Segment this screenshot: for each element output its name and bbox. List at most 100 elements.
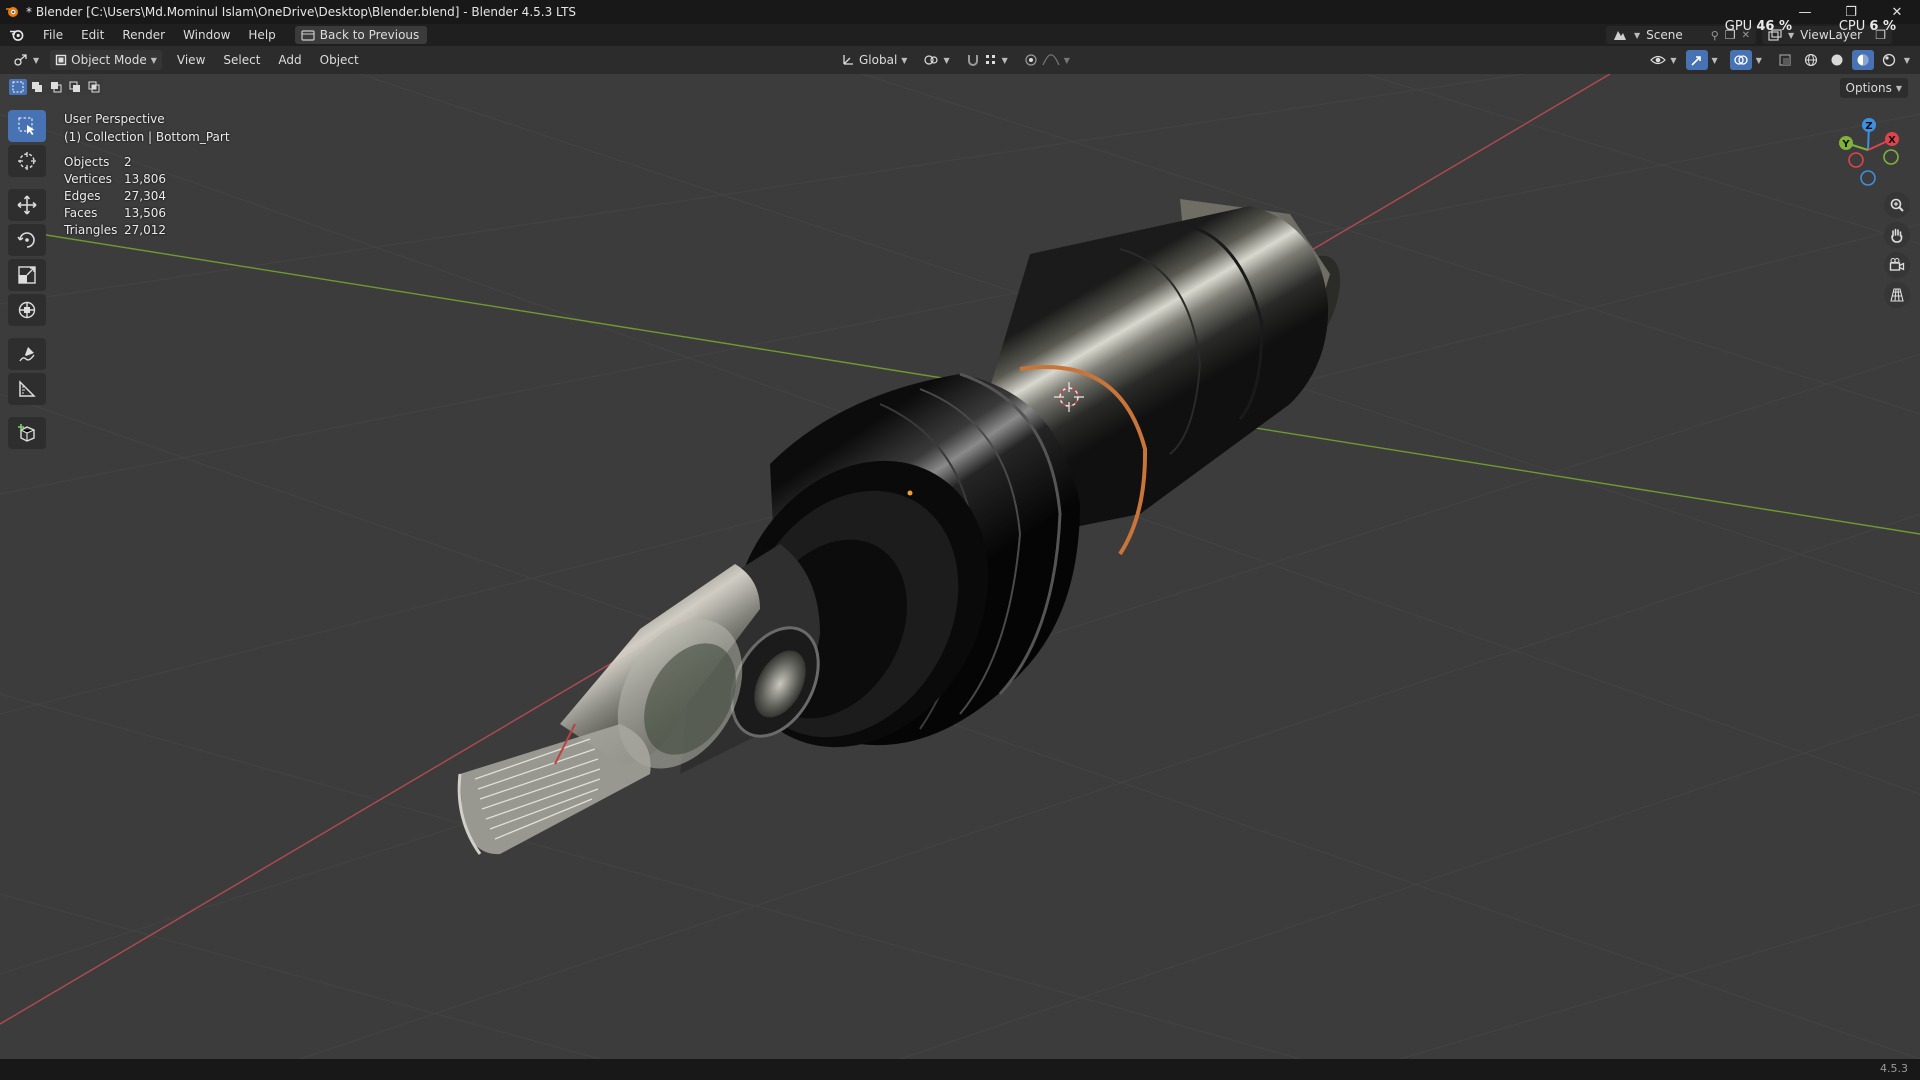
- select-extend-icon: [32, 82, 42, 92]
- select-invert-button[interactable]: [66, 79, 84, 95]
- navigation-gizmo[interactable]: Z X Y: [1838, 112, 1908, 192]
- object-visibility-dropdown[interactable]: ▼: [1645, 50, 1681, 70]
- menu-render[interactable]: Render: [113, 24, 174, 46]
- select-new-icon: [12, 81, 24, 93]
- add-cube-tool[interactable]: [8, 417, 46, 449]
- stat-faces: Faces 13,506: [64, 206, 166, 220]
- back-to-previous-button[interactable]: Back to Previous: [294, 26, 428, 44]
- wireframe-shading-button[interactable]: [1800, 50, 1822, 70]
- material-sphere-icon: [1857, 54, 1869, 66]
- xray-toggle[interactable]: [1774, 50, 1796, 70]
- gpu-label: GPU: [1724, 19, 1753, 34]
- pin-icon[interactable]: ⚲: [1711, 29, 1719, 42]
- top-menubar: File Edit Render Window Help Back to Pre…: [0, 24, 1920, 46]
- gizmo-icon: [1690, 56, 1701, 66]
- gizmo-y-label: Y: [1841, 139, 1850, 150]
- viewport-scene[interactable]: [0, 74, 1920, 1059]
- measure-tool[interactable]: [8, 373, 46, 405]
- editor-type-button[interactable]: ▼: [8, 50, 44, 70]
- cpu-usage: CPU 6 %: [1839, 19, 1896, 34]
- annotate-tool[interactable]: [8, 338, 46, 370]
- scene-dropdown-icon: ▼: [1634, 30, 1641, 40]
- rendered-shading-button[interactable]: [1878, 50, 1900, 70]
- options-label: Options: [1845, 81, 1892, 95]
- falloff-curve-icon: [1042, 54, 1060, 66]
- scale-tool[interactable]: [8, 259, 46, 291]
- header-menu-select[interactable]: Select: [214, 53, 269, 67]
- select-subtract-icon: [51, 82, 62, 93]
- overlays-icon: [1734, 55, 1748, 65]
- visibility-caret-icon: ▼: [1670, 55, 1677, 65]
- overlays-toggle[interactable]: [1729, 50, 1752, 70]
- add-cube-icon: [18, 424, 35, 442]
- blender-logo-icon: [0, 0, 24, 24]
- proportional-edit-toggle[interactable]: ▼: [1019, 50, 1075, 70]
- transform-tool[interactable]: [8, 294, 46, 326]
- ortho-toggle-button[interactable]: [1884, 282, 1910, 308]
- header-menu-object[interactable]: Object: [311, 53, 368, 67]
- select-box-icon: [18, 117, 35, 135]
- pivot-icon: [924, 55, 939, 65]
- scene-statistics: Objects 2 Vertices 13,806 Edges 27,304 Face…: [64, 154, 230, 239]
- scene-name: Scene: [1646, 28, 1683, 42]
- 3d-viewport[interactable]: User Perspective (1) Collection | Bottom…: [0, 74, 1920, 1059]
- transform-orientation-dropdown[interactable]: Global ▼: [836, 50, 912, 70]
- object-origin: [907, 490, 913, 496]
- move-tool[interactable]: [8, 189, 46, 221]
- falloff-caret-icon: ▼: [1063, 55, 1070, 65]
- blender-menu-icon[interactable]: [0, 24, 34, 46]
- viewport-overlay-text: User Perspective (1) Collection | Bottom…: [64, 110, 230, 239]
- back-to-previous-label: Back to Previous: [319, 28, 420, 42]
- select-box-tool[interactable]: [8, 110, 46, 142]
- eye-icon: [1650, 55, 1667, 65]
- menu-help[interactable]: Help: [239, 24, 284, 46]
- rotate-tool[interactable]: [8, 224, 46, 256]
- wireframe-sphere-icon: [1804, 53, 1817, 67]
- select-intersect-icon: [88, 81, 100, 93]
- solid-shading-button[interactable]: [1826, 50, 1848, 70]
- magnet-icon: [967, 55, 978, 66]
- cursor-tool[interactable]: [8, 145, 46, 177]
- view-perspective-label: User Perspective: [64, 112, 165, 126]
- material-preview-shading-button[interactable]: [1851, 50, 1874, 70]
- header-menu-add[interactable]: Add: [269, 53, 310, 67]
- pan-button[interactable]: [1884, 222, 1910, 248]
- orientation-caret-icon: ▼: [901, 55, 908, 65]
- gizmo-x-label: X: [1888, 135, 1896, 146]
- stat-vertices: Vertices 13,806: [64, 172, 166, 186]
- gpu-usage: GPU 46 %: [1725, 19, 1792, 34]
- window-titlebar: * Blender [C:\Users\Md.Mominul Islam\One…: [0, 0, 1920, 24]
- navigation-tools: [1884, 192, 1910, 308]
- rendered-sphere-icon: [1882, 53, 1895, 67]
- camera-view-button[interactable]: [1884, 252, 1910, 278]
- gizmo-neg-y: [1883, 149, 1899, 165]
- viewport-options-dropdown[interactable]: Options ▼: [1839, 78, 1908, 98]
- status-bar: 4.5.3: [0, 1059, 1920, 1080]
- select-intersect-button[interactable]: [85, 79, 103, 95]
- select-extend-button[interactable]: [28, 79, 46, 95]
- rotate-icon: [17, 232, 35, 248]
- select-subtract-button[interactable]: [47, 79, 65, 95]
- zoom-button[interactable]: [1884, 192, 1910, 218]
- transform-orientation-label: Global: [859, 53, 898, 67]
- xray-icon: [1779, 54, 1791, 66]
- snap-toggle[interactable]: ▼: [961, 50, 1013, 70]
- select-new-button[interactable]: [9, 79, 27, 95]
- move-icon: [17, 195, 37, 215]
- overlays-caret-icon[interactable]: ▼: [1756, 56, 1762, 65]
- magnifier-icon: [1890, 198, 1904, 212]
- solid-sphere-icon: [1831, 54, 1843, 66]
- stat-triangles: Triangles 27,012: [64, 223, 166, 237]
- menu-window[interactable]: Window: [174, 24, 239, 46]
- gizmos-toggle[interactable]: [1685, 50, 1708, 70]
- window-title: * Blender [C:\Users\Md.Mominul Islam\One…: [26, 5, 577, 19]
- grid-perspective-icon: [1890, 288, 1904, 302]
- shading-caret-icon[interactable]: ▼: [1904, 56, 1910, 65]
- gizmos-caret-icon[interactable]: ▼: [1712, 56, 1718, 65]
- object-mode-dropdown[interactable]: Object Mode ▼: [50, 50, 162, 70]
- menu-edit[interactable]: Edit: [72, 24, 113, 46]
- menu-file[interactable]: File: [34, 24, 72, 46]
- hand-icon: [1891, 228, 1903, 243]
- pivot-point-dropdown[interactable]: ▼: [918, 50, 954, 70]
- header-menu-view[interactable]: View: [168, 53, 214, 67]
